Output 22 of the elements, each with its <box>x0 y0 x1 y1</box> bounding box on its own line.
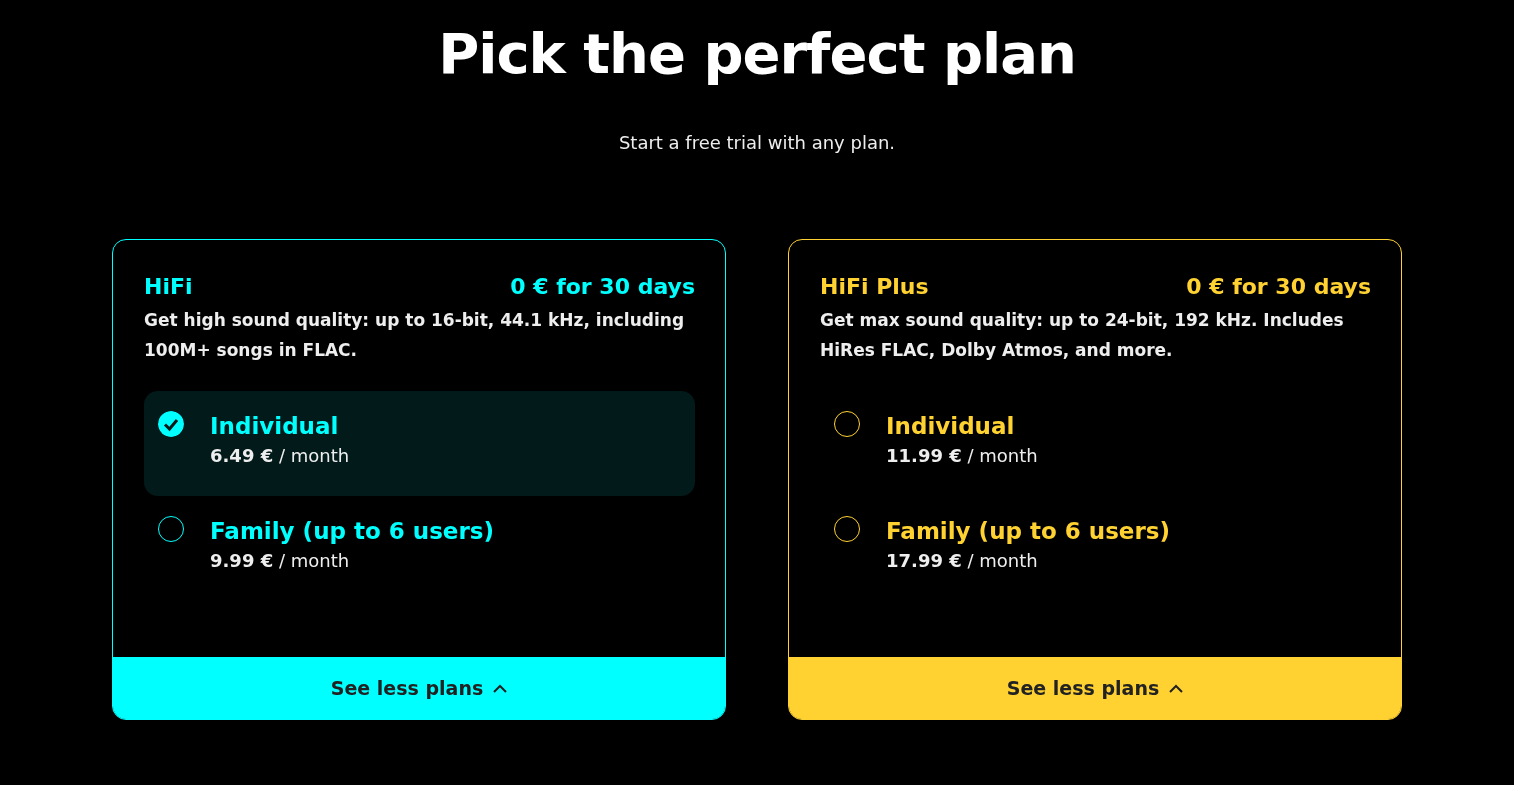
plan-description: Get high sound quality: up to 16-bit, 44.1 kHz, including 100M+ songs in FLAC. <box>144 309 686 362</box>
option-price: 17.99 € / month <box>886 550 1039 571</box>
plan-option[interactable]: Family (up to 6 users) 17.99 € / month <box>820 496 1371 601</box>
option-name: Family (up to 6 users) <box>210 517 494 546</box>
plan-name: HiFi <box>144 274 193 299</box>
option-name: Individual <box>210 412 340 441</box>
option-price: 6.49 € / month <box>210 445 350 466</box>
plan-description: Get max sound quality: up to 24-bit, 192 kHz. Includes HiRes FLAC, Dolby Atmos, and more. <box>820 309 1345 362</box>
plan-name: HiFi Plus <box>820 274 929 299</box>
trial-offer: 0 € for 30 days <box>510 274 695 299</box>
see-less-plans-button[interactable]: See less plans <box>789 657 1401 719</box>
plan-option[interactable]: Individual 11.99 € / month <box>820 391 1371 496</box>
see-less-plans-button[interactable]: See less plans <box>113 657 725 719</box>
page-subheading: Start a free trial with any plan. <box>618 132 896 153</box>
page-heading: Pick the perfect plan <box>438 20 1076 88</box>
option-name: Family (up to 6 users) <box>886 517 1170 546</box>
plan-option[interactable]: Family (up to 6 users) 9.99 € / month <box>144 496 695 601</box>
option-price: 9.99 € / month <box>210 550 351 571</box>
trial-offer: 0 € for 30 days <box>1186 274 1371 299</box>
option-name: Individual <box>886 412 1016 441</box>
option-price: 11.99 € / month <box>886 445 1038 466</box>
plan-option[interactable]: Individual 6.49 € / month <box>144 391 695 496</box>
